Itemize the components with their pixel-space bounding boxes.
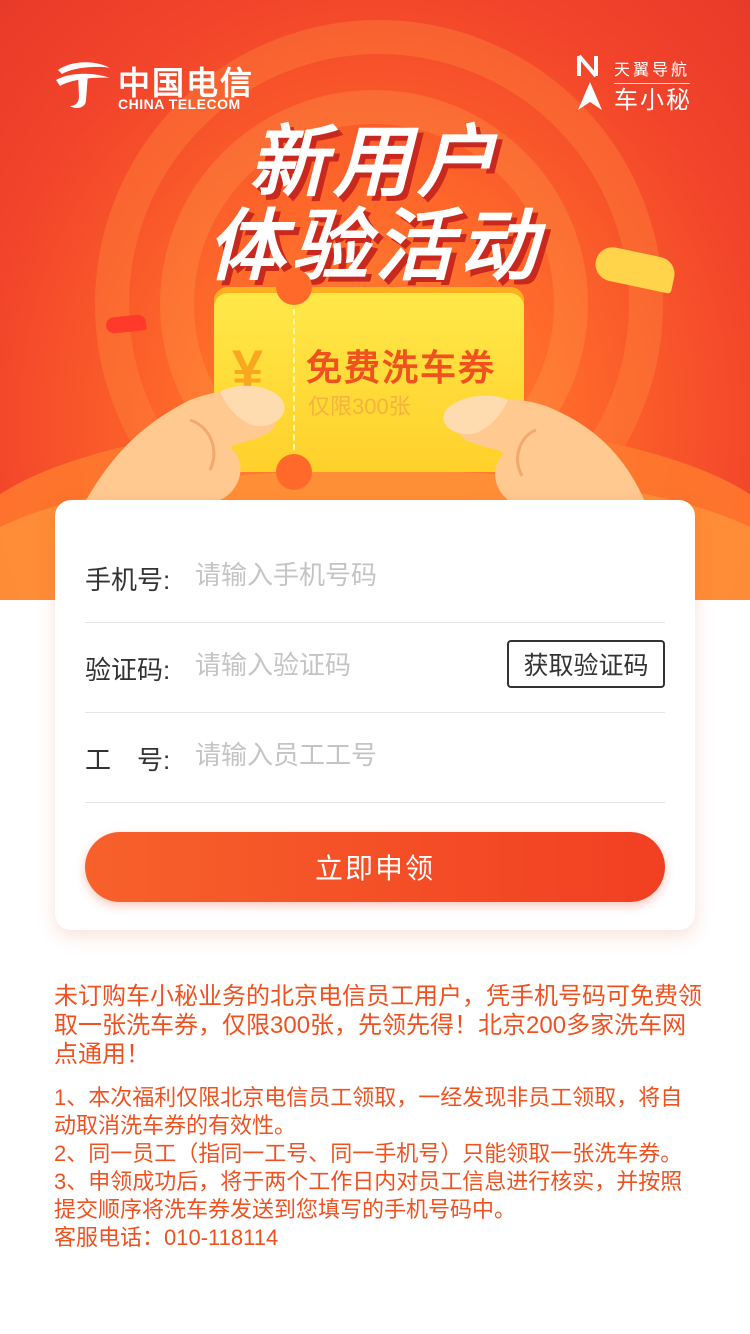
employee-id-label: 工 号: [85, 745, 171, 775]
rule-item: 1、本次福利仅限北京电信员工领取，一经发现非员工领取，将自动取消洗车券的有效性。 [54, 1085, 683, 1138]
logo-text-en: CHINA TELECOM [118, 96, 241, 112]
china-telecom-logo: 中国电信 CHINA TELECOM [52, 56, 252, 116]
code-label: 验证码: [85, 655, 171, 685]
campaign-rules: 1、本次福利仅限北京电信员工领取，一经发现非员工领取，将自动取消洗车券的有效性。… [54, 1084, 704, 1252]
get-code-button[interactable]: 获取验证码 [507, 640, 665, 688]
ticket-perforation [293, 309, 295, 450]
brand-name: 车小秘 [614, 87, 692, 114]
phone-label: 手机号: [85, 565, 171, 595]
rule-item: 2、同一员工（指同一工号、同一手机号）只能领取一张洗车券。 [54, 1141, 683, 1166]
tianyi-navigation-brand: 天翼导航 车小秘 [576, 54, 706, 114]
phone-row: 手机号: [85, 532, 665, 623]
ticket-notch [276, 269, 312, 305]
rule-item: 3、申领成功后，将于两个工作日内对员工信息进行核实，并按照提交顺序将洗车券发送到… [54, 1169, 683, 1222]
campaign-intro: 未订购车小秘业务的北京电信员工用户，凭手机号码可免费领取一张洗车券，仅限300张… [54, 983, 702, 1068]
title-line-1: 新用户 [248, 118, 501, 206]
claim-now-button[interactable]: 立即申领 [85, 832, 665, 902]
code-input[interactable] [195, 640, 455, 690]
claim-form-card: 手机号: 验证码: 获取验证码 工 号: 立即申领 [55, 500, 695, 930]
coupon-limit: 仅限300张 [308, 394, 411, 419]
code-row: 验证码: 获取验证码 [85, 622, 665, 713]
service-hotline: 客服电话：010-118114 [54, 1225, 279, 1250]
china-telecom-logo-icon [56, 62, 110, 108]
employee-id-input[interactable] [195, 730, 495, 780]
phone-input[interactable] [195, 550, 495, 600]
north-arrow-icon [577, 54, 602, 110]
employee-id-row: 工 号: [85, 712, 665, 803]
